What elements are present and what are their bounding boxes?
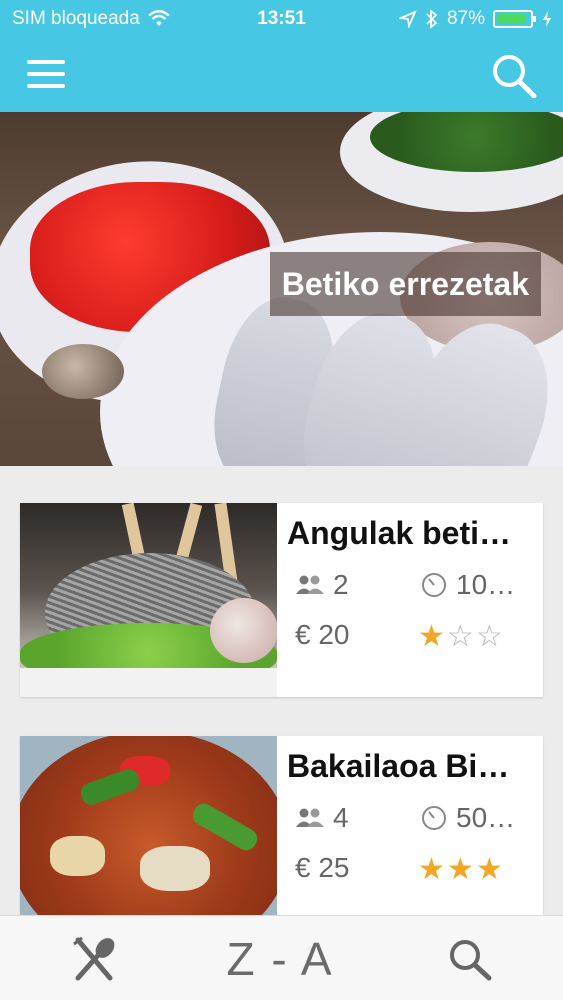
- star-empty-icon: ☆: [475, 620, 505, 653]
- tab-search[interactable]: [420, 916, 520, 1000]
- price: € 25: [295, 852, 350, 883]
- recipe-thumbnail: [20, 736, 277, 930]
- rating-stars: ★☆☆: [418, 619, 505, 654]
- star-icon: ★: [418, 620, 447, 653]
- battery-icon: [493, 10, 536, 28]
- recipe-card[interactable]: Bakailaoa Bi… 4 50… € 25 ★★★: [20, 736, 543, 930]
- star-icon: ★: [475, 853, 505, 886]
- top-bar: SIM bloqueada 13:51 87%: [0, 0, 563, 112]
- status-bar: SIM bloqueada 13:51 87%: [0, 0, 563, 38]
- people-icon: [296, 808, 324, 827]
- recipe-title: Angulak beti…: [287, 515, 512, 551]
- servings: 2: [295, 569, 349, 601]
- tab-recipes[interactable]: [40, 916, 150, 1000]
- star-icon: ★: [446, 853, 476, 886]
- search-icon: [450, 939, 492, 980]
- star-icon: ★: [418, 853, 447, 886]
- price: € 20: [295, 619, 350, 650]
- bottom-tab-bar: Z - A: [0, 915, 563, 1000]
- servings: 4: [295, 802, 349, 834]
- status-right: 87%: [398, 8, 553, 30]
- hero-banner[interactable]: Betiko errezetak: [0, 112, 563, 466]
- charging-icon: [543, 11, 551, 27]
- cook-time: 50…: [420, 802, 515, 834]
- recipe-card[interactable]: Angulak beti… 2 10… € 20 ★☆☆: [20, 503, 543, 697]
- rating-stars: ★★★: [418, 852, 505, 887]
- star-empty-icon: ☆: [446, 620, 476, 653]
- search-button[interactable]: [490, 52, 538, 98]
- battery-percent: 87%: [446, 8, 485, 29]
- bluetooth-icon: [426, 9, 438, 29]
- timer-icon: [422, 573, 446, 597]
- location-icon: [398, 10, 417, 28]
- recipe-thumbnail: [20, 503, 277, 697]
- cook-time: 10…: [420, 569, 515, 601]
- tab-sort[interactable]: Z - A: [195, 916, 365, 1000]
- spoon-knife-icon: [73, 936, 115, 980]
- sort-label: Z - A: [226, 932, 334, 985]
- people-icon: [296, 575, 324, 594]
- hamburger-icon: [27, 60, 65, 64]
- hero-title: Betiko errezetak: [269, 252, 541, 316]
- recipe-title: Bakailaoa Bi…: [287, 748, 510, 784]
- menu-button[interactable]: [27, 60, 65, 90]
- timer-icon: [422, 806, 446, 830]
